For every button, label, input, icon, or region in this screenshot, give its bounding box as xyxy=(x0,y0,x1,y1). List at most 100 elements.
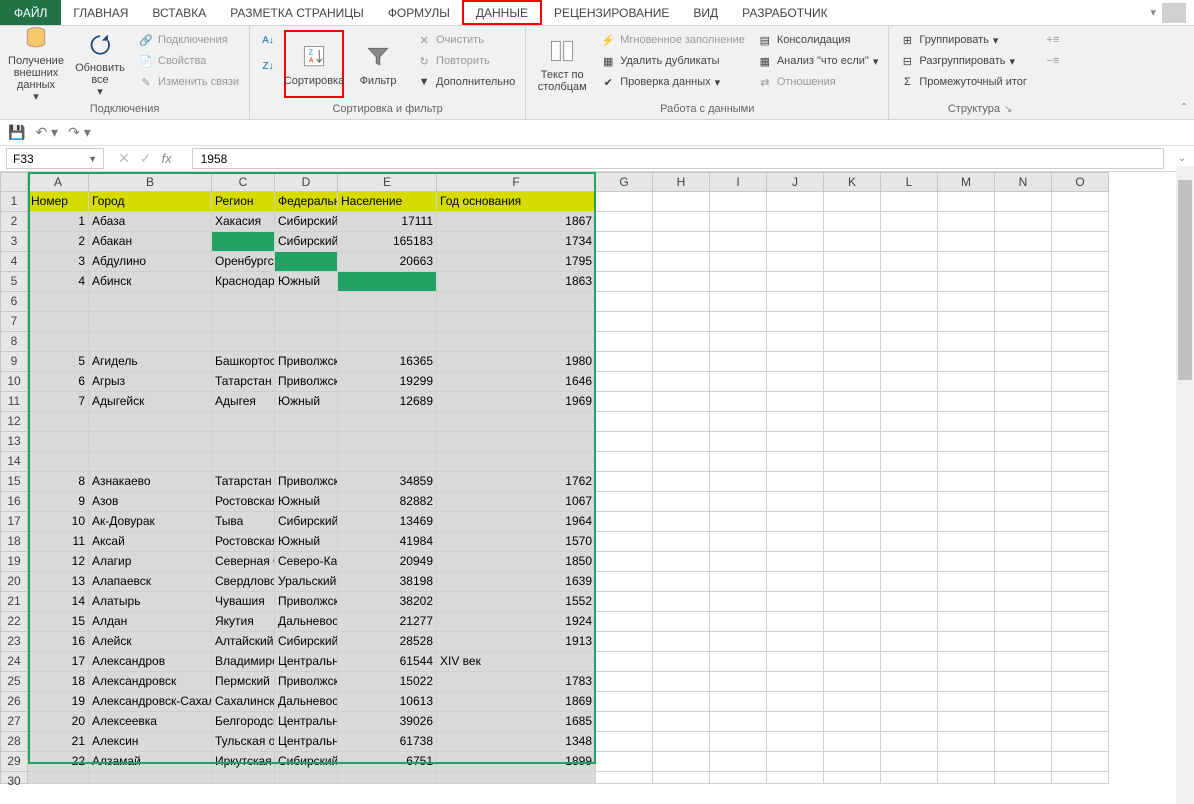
cell[interactable] xyxy=(938,472,995,492)
cell[interactable] xyxy=(881,492,938,512)
col-header-C[interactable]: C xyxy=(212,172,275,192)
cell[interactable] xyxy=(437,452,596,472)
cell[interactable]: Сибирский xyxy=(275,632,338,652)
cell[interactable] xyxy=(275,412,338,432)
cell[interactable] xyxy=(710,352,767,372)
spreadsheet-grid[interactable]: ABCDEFGHIJKLMNO 1НомерГородРегионФедерал… xyxy=(0,172,1194,784)
cell[interactable]: 1646 xyxy=(437,372,596,392)
outline-launcher[interactable]: ↘ xyxy=(1004,104,1012,115)
cell[interactable]: Адыгейск xyxy=(89,392,212,412)
cell[interactable]: Сибирский xyxy=(275,512,338,532)
cell[interactable] xyxy=(596,692,653,712)
cell[interactable]: Владимирская область xyxy=(212,652,275,672)
sort-asc-button[interactable]: A↓ xyxy=(256,30,280,50)
cell[interactable]: Александровск-Сахалинский xyxy=(89,692,212,712)
cell[interactable]: 8 xyxy=(28,472,89,492)
cell[interactable] xyxy=(881,552,938,572)
cell[interactable] xyxy=(881,392,938,412)
cell[interactable]: Иркутская область xyxy=(212,752,275,772)
cell[interactable] xyxy=(1052,312,1109,332)
cell[interactable] xyxy=(995,212,1052,232)
cell[interactable] xyxy=(437,772,596,784)
cell[interactable] xyxy=(995,272,1052,292)
cell[interactable]: 1067 xyxy=(437,492,596,512)
cell[interactable] xyxy=(338,412,437,432)
cell[interactable] xyxy=(653,772,710,784)
cell[interactable]: 20949 xyxy=(338,552,437,572)
cell[interactable] xyxy=(824,592,881,612)
row-header[interactable]: 1 xyxy=(0,192,28,212)
cell[interactable]: Александров xyxy=(89,652,212,672)
cell[interactable]: Татарстан xyxy=(212,472,275,492)
cell[interactable]: 61738 xyxy=(338,732,437,752)
cell[interactable] xyxy=(881,592,938,612)
sort-button[interactable]: ZA Сортировка xyxy=(284,30,344,98)
cell[interactable] xyxy=(710,572,767,592)
cell[interactable] xyxy=(710,732,767,752)
cell[interactable] xyxy=(653,452,710,472)
cell[interactable] xyxy=(338,452,437,472)
cell[interactable] xyxy=(938,312,995,332)
cell[interactable] xyxy=(1052,512,1109,532)
col-header-F[interactable]: F xyxy=(437,172,596,192)
cell[interactable] xyxy=(596,632,653,652)
cell[interactable]: Южный xyxy=(275,492,338,512)
cell[interactable] xyxy=(710,272,767,292)
row-header[interactable]: 30 xyxy=(0,772,28,784)
cell[interactable] xyxy=(938,632,995,652)
col-header-M[interactable]: M xyxy=(938,172,995,192)
row-header[interactable]: 2 xyxy=(0,212,28,232)
row-header[interactable]: 14 xyxy=(0,452,28,472)
cell[interactable] xyxy=(995,392,1052,412)
cell[interactable]: Краснодарский край xyxy=(212,272,275,292)
cell[interactable]: 1570 xyxy=(437,532,596,552)
row-header[interactable]: 20 xyxy=(0,572,28,592)
cell[interactable] xyxy=(938,532,995,552)
cell[interactable] xyxy=(1052,352,1109,372)
tab-insert[interactable]: ВСТАВКА xyxy=(140,0,218,25)
cell[interactable]: Алапаевск xyxy=(89,572,212,592)
cell[interactable] xyxy=(1052,752,1109,772)
cell[interactable] xyxy=(1052,232,1109,252)
cell[interactable] xyxy=(767,532,824,552)
cell[interactable] xyxy=(995,592,1052,612)
cell[interactable]: Аксай xyxy=(89,532,212,552)
tab-file[interactable]: ФАЙЛ xyxy=(0,0,61,25)
subtotal-button[interactable]: ΣПромежуточный итог xyxy=(895,72,1031,92)
cell[interactable]: Абакан xyxy=(89,232,212,252)
col-header-L[interactable]: L xyxy=(881,172,938,192)
row-header[interactable]: 4 xyxy=(0,252,28,272)
cell[interactable]: 6 xyxy=(28,372,89,392)
reapply-button[interactable]: ↻Повторить xyxy=(412,51,519,71)
cell[interactable] xyxy=(212,292,275,312)
cell[interactable] xyxy=(212,332,275,352)
cell[interactable] xyxy=(881,232,938,252)
row-header[interactable]: 6 xyxy=(0,292,28,312)
cell[interactable]: Якутия xyxy=(212,612,275,632)
cell[interactable] xyxy=(596,492,653,512)
cell[interactable] xyxy=(1052,292,1109,312)
cell[interactable]: 1552 xyxy=(437,592,596,612)
text-to-columns-button[interactable]: Текст по столбцам xyxy=(532,30,592,98)
undo-button[interactable]: ↶ ▾ xyxy=(35,124,58,141)
cell[interactable]: Алагир xyxy=(89,552,212,572)
cell[interactable]: Номер xyxy=(28,192,89,212)
row-header[interactable]: 29 xyxy=(0,752,28,772)
cell[interactable]: Абдулино xyxy=(89,252,212,272)
cell[interactable] xyxy=(995,192,1052,212)
cell[interactable]: Татарстан xyxy=(212,372,275,392)
cell[interactable] xyxy=(938,512,995,532)
col-header-D[interactable]: D xyxy=(275,172,338,192)
cell[interactable] xyxy=(824,332,881,352)
cell[interactable]: Агидель xyxy=(89,352,212,372)
cell[interactable]: 1969 xyxy=(437,392,596,412)
col-header-E[interactable]: E xyxy=(338,172,437,192)
cell[interactable] xyxy=(881,292,938,312)
cell[interactable] xyxy=(938,332,995,352)
cell[interactable]: Дальневосточный xyxy=(275,612,338,632)
cell[interactable] xyxy=(710,632,767,652)
cell[interactable]: Дальневосточный xyxy=(275,692,338,712)
col-header-K[interactable]: K xyxy=(824,172,881,192)
cell[interactable]: 38202 xyxy=(338,592,437,612)
cell[interactable] xyxy=(767,432,824,452)
